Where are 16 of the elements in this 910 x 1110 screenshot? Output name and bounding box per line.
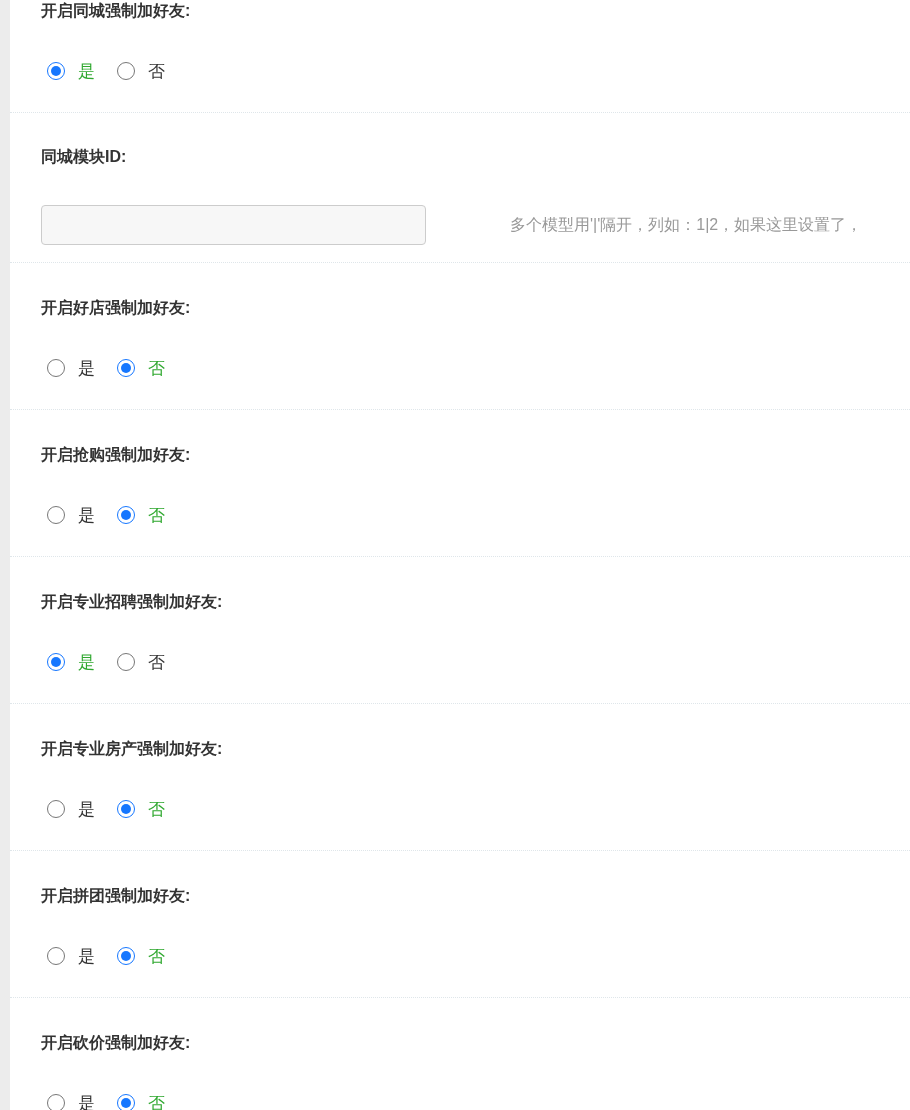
radio-label[interactable]: 否 — [148, 650, 165, 674]
setting-label: 开启抢购强制加好友: — [41, 445, 192, 465]
setting-label: 开启同城强制加好友: — [41, 1, 192, 21]
radio-label[interactable]: 否 — [148, 59, 165, 83]
input-field[interactable] — [41, 205, 426, 245]
radio-label[interactable]: 是 — [78, 944, 95, 968]
setting-label: 同城模块ID: — [41, 147, 128, 167]
setting-label: 开启专业招聘强制加好友: — [41, 592, 224, 612]
setting-label: 开启拼团强制加好友: — [41, 886, 192, 906]
hint-text: 多个模型用'|'隔开，列如：1|2，如果这里设置了， — [510, 214, 863, 235]
setting-label: 开启砍价强制加好友: — [41, 1033, 192, 1053]
radio-label[interactable]: 是 — [78, 797, 95, 821]
setting-label: 开启好店强制加好友: — [41, 298, 192, 318]
radio-label[interactable]: 是 — [78, 356, 95, 380]
radio-label[interactable]: 是 — [78, 503, 95, 527]
setting-label: 开启专业房产强制加好友: — [41, 739, 224, 759]
